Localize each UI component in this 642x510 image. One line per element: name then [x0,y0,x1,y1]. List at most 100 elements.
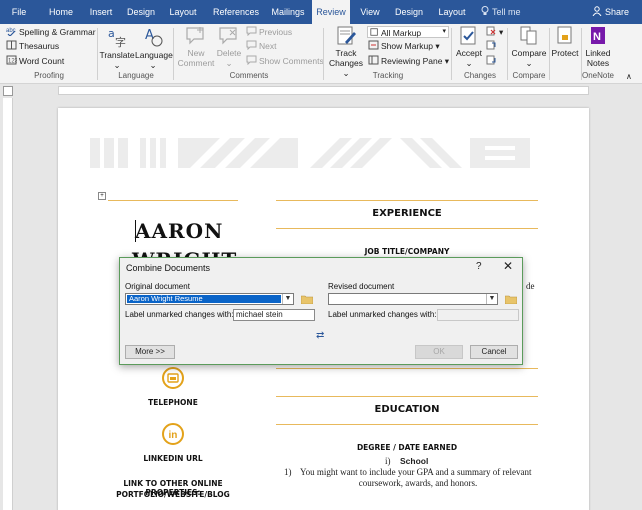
svg-text:in: in [169,430,178,441]
language-button[interactable]: A Language ⌄ [135,26,173,70]
tell-me-search[interactable]: Tell me [481,0,521,24]
share-label: Share [605,7,630,17]
ruler-strip[interactable] [58,86,589,95]
original-document-value: Aaron Wright Resume [127,295,281,303]
protect-label: Protect [551,48,579,58]
previous-comment-button[interactable]: Previous [246,26,292,39]
dialog-help-button[interactable]: ? [476,261,482,272]
delete-comment-icon [219,27,237,45]
reject-button[interactable]: ▾ [486,26,503,39]
resume-name-first: AARON [135,219,224,243]
thesaurus-button[interactable]: Thesaurus [6,40,59,53]
new-comment-icon [186,27,204,45]
delete-comment-button[interactable]: Delete ⌄ [215,26,243,68]
revised-document-label: Revised document [328,282,395,291]
translate-button[interactable]: a字 Translate ⌄ [99,26,135,70]
reviewing-pane-icon [368,55,379,65]
linked-notes-button[interactable]: N Linked Notes [583,26,613,68]
new-comment-button[interactable]: New Comment [176,26,216,68]
compare-group-label: Compare [512,71,546,80]
comments-group-label: Comments [229,71,269,80]
markup-icon [370,28,378,36]
tab-table-layout[interactable]: Layout [432,0,472,24]
original-document-select[interactable]: Aaron Wright Resume ▼ [125,293,294,305]
protect-button[interactable]: Protect [550,26,580,58]
tab-mailings[interactable]: Mailings [266,0,310,24]
original-document-label: Original document [125,282,190,291]
show-comments-icon [246,55,257,65]
more-button[interactable]: More >> [125,345,175,359]
tab-references[interactable]: References [208,0,264,24]
delete-dropdown-arrow: ⌄ [225,58,233,68]
ribbon: abc Spelling & Grammar Thesaurus 123 Word … [0,24,642,84]
accept-button[interactable]: Accept ⌄ [453,26,485,68]
compare-icon [520,26,537,45]
tab-insert[interactable]: Insert [82,0,120,24]
ok-button[interactable]: OK [415,345,463,359]
tab-layout[interactable]: Layout [164,0,202,24]
translate-label: Translate [99,50,135,60]
reject-icon [486,26,496,36]
original-unmarked-input[interactable]: michael stein [233,309,315,321]
linkedin-icon: in [162,423,184,445]
previous-change-button[interactable] [486,40,499,53]
tab-review[interactable]: Review [312,0,350,24]
svg-text:N: N [593,31,601,43]
show-markup-button[interactable]: Show Markup ▾ [368,40,440,53]
proofing-group-label: Proofing [34,71,64,80]
table-move-handle[interactable]: + [98,192,106,200]
person-icon [592,6,602,17]
horizontal-ruler [0,84,642,98]
next-comment-button[interactable]: Next [246,40,276,53]
original-unmarked-label: Label unmarked changes with: [125,310,234,319]
new-comment-label-line2: Comment [177,58,215,68]
accept-dropdown-arrow: ⌄ [465,58,473,68]
show-comments-button[interactable]: Show Comments [246,55,324,68]
track-changes-label-line1: Track [335,48,357,58]
tab-selector[interactable] [3,86,13,96]
reviewing-pane-button[interactable]: Reviewing Pane ▾ [368,55,449,68]
cancel-button[interactable]: Cancel [470,345,518,359]
compare-button[interactable]: Compare ⌄ [510,26,548,68]
divider-line [276,228,538,229]
partial-body-text: de [526,281,535,291]
text-cursor [135,220,136,242]
revised-document-select[interactable]: ▼ [328,293,498,305]
word-count-button[interactable]: 123 Word Count [6,55,64,68]
next-change-button[interactable] [486,55,499,68]
previous-change-icon [486,40,496,50]
browse-revised-folder-icon[interactable] [505,295,517,304]
markup-select-value: All Markup [381,28,422,38]
onenote-group-label: OneNote [581,71,615,80]
word-count-label: Word Count [19,56,65,66]
revised-unmarked-input[interactable] [437,309,519,321]
divider-line [276,368,538,369]
tracking-group-label: Tracking [372,71,404,80]
language-icon: A [145,28,163,47]
new-comment-label-line1: New [187,48,205,58]
markup-select[interactable]: All Markup ▾ [367,26,449,38]
experience-heading: EXPERIENCE [372,208,442,219]
tab-design[interactable]: Design [122,0,160,24]
gpa-list-marker: 1) [284,467,292,477]
tab-file[interactable]: File [4,0,34,24]
thesaurus-icon [6,40,17,50]
telephone-label: TELEPHONE [148,398,198,407]
chevron-down-icon: ▼ [486,294,497,304]
tab-table-design[interactable]: Design [390,0,428,24]
tab-view[interactable]: View [354,0,386,24]
browse-original-folder-icon[interactable] [301,295,313,304]
dialog-close-button[interactable]: ✕ [503,259,513,273]
accept-icon [460,26,476,45]
collapse-ribbon-icon[interactable]: ∧ [626,72,632,81]
share-button[interactable]: Share [592,0,629,24]
delete-comment-label: Delete [216,48,242,58]
spelling-grammar-button[interactable]: abc Spelling & Grammar [6,26,96,39]
next-change-icon [486,55,496,65]
link-other-line2: PORTFOLIO/WEBSITE/BLOG [116,490,230,499]
tab-home[interactable]: Home [42,0,80,24]
changes-group-label: Changes [463,71,497,80]
svg-text:字: 字 [115,35,126,48]
swap-documents-icon[interactable]: ⇄ [316,330,324,341]
gpa-text-line1: You might want to include your GPA and a… [300,467,532,477]
